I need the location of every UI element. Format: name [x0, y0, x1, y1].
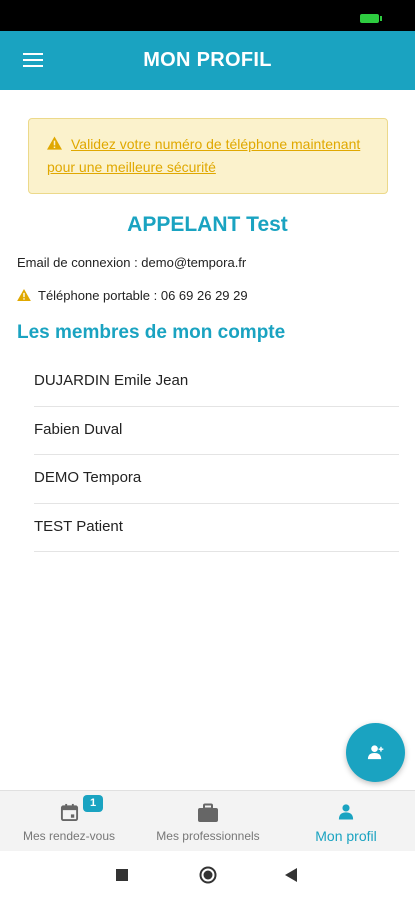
tab-mes-professionnels[interactable]: Mes professionnels — [142, 791, 274, 852]
list-item[interactable]: TEST Patient — [34, 504, 399, 552]
system-navigation-bar — [0, 851, 415, 900]
person-icon — [338, 804, 354, 820]
mobile-phone-text: Téléphone portable : 06 69 26 29 29 — [38, 288, 248, 303]
triangle-back-icon[interactable] — [285, 868, 297, 882]
members-list: DUJARDIN Emile Jean Fabien Duval DEMO Te… — [34, 358, 399, 552]
tab-label: Mon profil — [315, 828, 377, 844]
tab-label: Mes rendez-vous — [22, 829, 116, 843]
login-email: Email de connexion : demo@tempora.fr — [17, 255, 247, 270]
status-bar — [0, 0, 415, 31]
briefcase-icon — [198, 803, 218, 822]
list-item[interactable]: DUJARDIN Emile Jean — [34, 358, 399, 407]
add-member-button[interactable] — [346, 723, 405, 782]
add-person-icon — [367, 745, 384, 760]
battery-icon — [360, 14, 382, 23]
bottom-navigation: 1 Mes rendez-vous Mes professionnels Mon… — [0, 790, 415, 851]
warning-icon — [47, 136, 62, 150]
list-item[interactable]: DEMO Tempora — [34, 455, 399, 504]
app-bar: MON PROFIL — [0, 31, 415, 90]
tab-mon-profil[interactable]: Mon profil — [290, 791, 402, 852]
phone-validation-alert: Validez votre numéro de téléphone mainte… — [28, 118, 388, 194]
circle-home-icon[interactable] — [199, 866, 217, 884]
tab-label: Mes professionnels — [156, 829, 260, 843]
tab-mes-rendez-vous[interactable]: 1 Mes rendez-vous — [10, 791, 128, 852]
members-section-title: Les membres de mon compte — [17, 322, 286, 343]
calendar-icon — [60, 803, 79, 822]
list-item[interactable]: Fabien Duval — [34, 407, 399, 455]
warning-icon — [17, 289, 31, 301]
profile-name: APPELANT Test — [127, 213, 288, 236]
square-recents-icon[interactable] — [116, 869, 128, 881]
mobile-phone-row: Téléphone portable : 06 69 26 29 29 — [17, 288, 248, 303]
validate-phone-link[interactable]: Validez votre numéro de téléphone mainte… — [47, 133, 369, 179]
appointments-badge: 1 — [83, 795, 103, 812]
page-title: MON PROFIL — [143, 49, 272, 71]
